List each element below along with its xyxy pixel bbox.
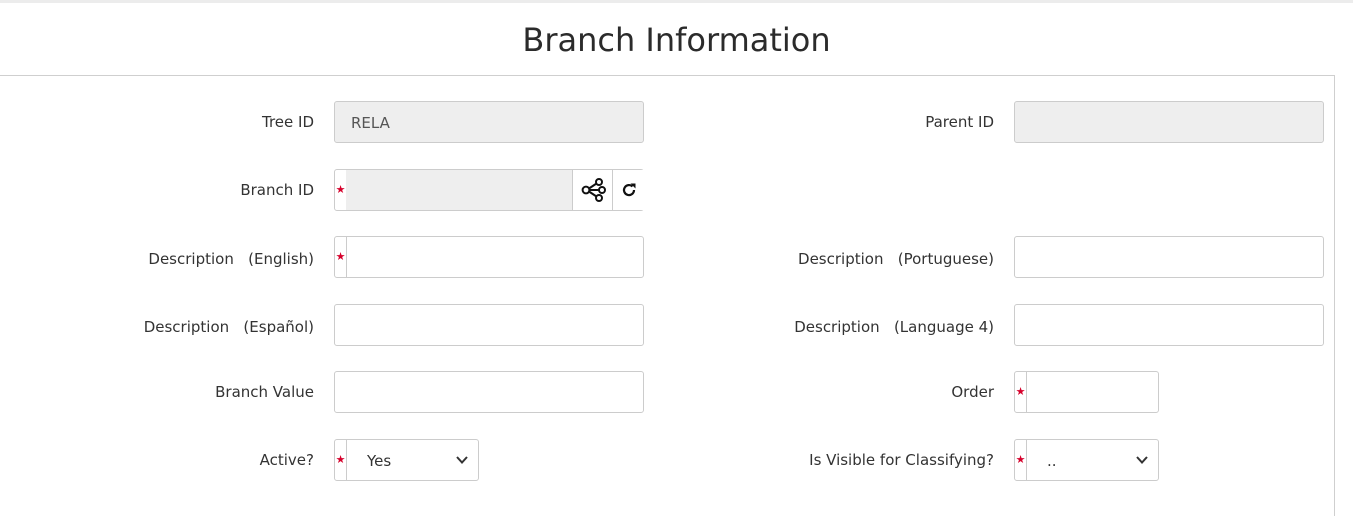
refresh-icon xyxy=(622,183,635,197)
required-star-icon: ★ xyxy=(335,250,346,263)
parent-id-label: Parent ID xyxy=(925,113,994,131)
visible-classifying-select[interactable]: ★ .. xyxy=(1014,439,1159,481)
required-indicator: ★ xyxy=(335,440,347,480)
branch-id-field: ★ xyxy=(334,169,644,211)
required-indicator: ★ xyxy=(1015,372,1027,412)
required-star-icon: ★ xyxy=(1015,385,1026,398)
desc-portuguese-field[interactable] xyxy=(1014,236,1324,278)
desc-espanol-label: Description (Español) xyxy=(143,318,314,336)
visible-classifying-label: Is Visible for Classifying? xyxy=(809,451,994,469)
active-label: Active? xyxy=(259,451,314,469)
branch-refresh-button[interactable] xyxy=(612,170,644,210)
parent-id-field[interactable] xyxy=(1014,101,1324,143)
branch-value-label: Branch Value xyxy=(215,383,314,401)
page-title: Branch Information xyxy=(522,21,831,59)
required-indicator: ★ xyxy=(1015,440,1027,480)
visible-classifying-selected-value: .. xyxy=(1047,452,1057,470)
order-field[interactable]: ★ xyxy=(1014,371,1159,413)
desc-portuguese-label: Description (Portuguese) xyxy=(798,250,994,268)
desc-lang4-label: Description (Language 4) xyxy=(794,318,994,336)
branch-id-label: Branch ID xyxy=(240,181,314,199)
share-tree-icon xyxy=(581,178,606,202)
chevron-down-icon xyxy=(456,456,468,464)
active-select[interactable]: ★ Yes xyxy=(334,439,479,481)
desc-english-field[interactable]: ★ xyxy=(334,236,644,278)
chevron-down-icon xyxy=(1136,456,1148,464)
required-star-icon: ★ xyxy=(335,453,346,466)
branch-id-input[interactable] xyxy=(346,170,572,210)
top-divider xyxy=(0,0,1353,3)
desc-espanol-field[interactable] xyxy=(334,304,644,346)
required-star-icon: ★ xyxy=(1015,453,1026,466)
tree-id-field[interactable]: RELA xyxy=(334,101,644,143)
branch-tree-button[interactable] xyxy=(572,170,613,210)
desc-lang4-field[interactable] xyxy=(1014,304,1324,346)
order-label: Order xyxy=(951,383,994,401)
branch-value-field[interactable] xyxy=(334,371,644,413)
active-selected-value: Yes xyxy=(367,452,392,470)
tree-id-value: RELA xyxy=(351,114,390,132)
required-star-icon: ★ xyxy=(335,183,346,196)
tree-id-label: Tree ID xyxy=(262,113,314,131)
required-indicator: ★ xyxy=(335,237,347,277)
desc-english-label: Description (English) xyxy=(148,250,314,268)
